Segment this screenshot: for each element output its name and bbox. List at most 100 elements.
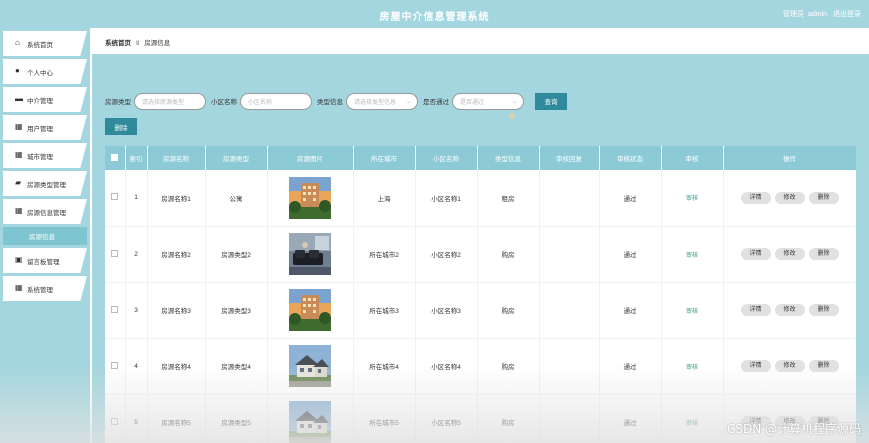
detail-button[interactable]: 详情 (740, 360, 771, 372)
sidebar-item-agents[interactable]: ▬ 中介管理 (3, 87, 87, 112)
sidebar-item-house-types[interactable]: ▰ 房源类型管理 (3, 171, 87, 196)
select-all-cell[interactable] (105, 146, 126, 170)
name-cell: 房源名称4 (147, 338, 206, 395)
house-image (289, 289, 331, 331)
reply-cell (539, 170, 600, 227)
approved-select[interactable]: 是否通过 ⌄ (452, 92, 524, 110)
grid-icon: ▦ (15, 206, 23, 215)
actions-cell: 详情 修改 删除 (723, 226, 856, 283)
sidebar-item-label: 系统管理 (27, 286, 53, 294)
chevron-down-icon: ⌄ (511, 98, 517, 105)
status-cell: 通过 (599, 226, 662, 283)
index-cell: 3 (125, 282, 148, 339)
detail-button[interactable]: 详情 (740, 191, 771, 204)
breadcrumb-separator: Ⅱ (136, 40, 140, 47)
row-checkbox[interactable] (111, 361, 119, 369)
audit-cell: 审核 (661, 170, 724, 227)
table-row: 3 房源名称3 房源类型3 所在城市3 小区名称3 购房 通过 审核 详情 修改 删除 (105, 282, 856, 339)
sidebar-item-users[interactable]: ▦ 用户管理 (3, 115, 87, 140)
sidebar-item-messages[interactable]: ▣ 留言板管理 (3, 248, 87, 273)
community-input[interactable]: 小区名称 (240, 92, 312, 110)
actions-cell: 详情 修改 删除 (723, 338, 856, 395)
house-table: 索引 房源名称 房源类型 房源图片 所在城市 小区名称 类型信息 审核回复 审核… (105, 146, 856, 443)
select-all-checkbox[interactable] (111, 153, 119, 161)
grid-icon: ▦ (15, 150, 23, 159)
sidebar-item-label: 房源类型管理 (27, 181, 66, 189)
sidebar-item-system[interactable]: ▦ 系统管理 (3, 276, 87, 301)
home-icon: ⌂ (15, 38, 20, 47)
chat-icon: ▣ (15, 255, 23, 264)
sidebar-item-label: 中介管理 (27, 97, 53, 105)
column-header: 类型信息 (477, 146, 540, 170)
delete-button[interactable]: 删除 (808, 304, 839, 316)
row-checkbox[interactable] (111, 417, 119, 425)
audit-link[interactable]: 审核 (686, 421, 698, 427)
column-header: 所在城市 (353, 146, 416, 170)
community-cell: 小区名称1 (415, 170, 478, 227)
column-header: 审核状态 (599, 146, 662, 170)
logout-link[interactable]: 退出登录 (833, 11, 861, 18)
user-area: 管理员 admin 退出登录 (779, 9, 861, 19)
edit-button[interactable]: 修改 (774, 304, 805, 316)
audit-link[interactable]: 审核 (686, 253, 698, 259)
actions-cell: 详情 修改 删除 (723, 282, 856, 339)
category-cell: 购房 (477, 282, 540, 339)
delete-button[interactable]: 删除 (808, 360, 839, 372)
city-cell: 所在城市5 (353, 394, 416, 443)
category-select[interactable]: 请选择类型信息 ⌄ (346, 92, 418, 110)
edit-button[interactable]: 修改 (774, 360, 805, 372)
sidebar-item-label: 留言板管理 (27, 258, 60, 266)
sidebar-item-profile[interactable]: ● 个人中心 (3, 59, 87, 84)
column-header: 房源名称 (147, 146, 206, 170)
row-select-cell[interactable] (105, 338, 126, 395)
breadcrumb-home[interactable]: 系统首页 (105, 40, 131, 47)
row-select-cell[interactable] (105, 282, 126, 339)
column-header: 审核回复 (539, 146, 600, 170)
detail-button[interactable]: 详情 (740, 248, 771, 260)
delete-button[interactable]: 删除 (808, 191, 839, 204)
search-button[interactable]: 查询 (535, 92, 567, 110)
sidebar-item-label: 房源信息管理 (27, 209, 66, 217)
main-content: 系统首页 Ⅱ 房源信息 房源类型 请选择房源类型 小区名称 小区名称 类型信息 请选… (92, 28, 869, 443)
reply-cell (539, 226, 600, 283)
audit-cell: 审核 (661, 394, 724, 443)
index-cell: 5 (125, 394, 148, 443)
delete-button[interactable]: 删除 (808, 248, 839, 260)
type-input[interactable]: 请选择房源类型 (134, 92, 206, 110)
audit-link[interactable]: 审核 (686, 365, 698, 371)
row-select-cell[interactable] (105, 170, 126, 227)
top-bar: 房屋中介信息管理系统 管理员 admin 退出登录 (0, 0, 869, 28)
chevron-down-icon: ⌄ (405, 98, 411, 105)
sidebar-item-cities[interactable]: ▦ 城市管理 (3, 143, 87, 168)
watermark: CSDN @计算机程序源码 (726, 422, 861, 436)
audit-link[interactable]: 审核 (686, 309, 698, 315)
row-select-cell[interactable] (105, 394, 126, 443)
index-cell: 2 (125, 226, 148, 283)
community-cell: 小区名称3 (415, 282, 478, 339)
row-checkbox[interactable] (111, 305, 119, 313)
city-cell: 所在城市3 (353, 282, 416, 339)
sidebar-item-home[interactable]: ⌂ 系统首页 (3, 31, 87, 56)
sidebar-subitem-house-info[interactable]: 房源信息 (3, 227, 87, 245)
batch-delete-button[interactable]: 删除 (105, 118, 137, 135)
name-cell: 房源名称2 (147, 226, 206, 283)
row-select-cell[interactable] (105, 226, 126, 283)
row-checkbox[interactable] (111, 193, 119, 201)
grid-icon: ▦ (15, 122, 23, 131)
category-cell: 租房 (477, 170, 540, 227)
edit-button[interactable]: 修改 (774, 191, 805, 204)
sidebar-item-house-info[interactable]: ▦ 房源信息管理 (3, 199, 87, 224)
status-cell: 通过 (599, 282, 662, 339)
app-title: 房屋中介信息管理系统 (379, 12, 490, 23)
detail-button[interactable]: 详情 (740, 304, 771, 316)
folder-icon: ▰ (15, 178, 22, 187)
house-image (289, 401, 331, 443)
audit-link[interactable]: 审核 (686, 196, 698, 202)
approved-label: 是否通过 (423, 99, 449, 106)
row-checkbox[interactable] (111, 249, 119, 257)
house-image (289, 233, 331, 275)
sidebar-item-label: 用户管理 (27, 125, 53, 133)
index-cell: 1 (125, 170, 148, 227)
edit-button[interactable]: 修改 (774, 248, 805, 260)
house-image (289, 345, 331, 387)
